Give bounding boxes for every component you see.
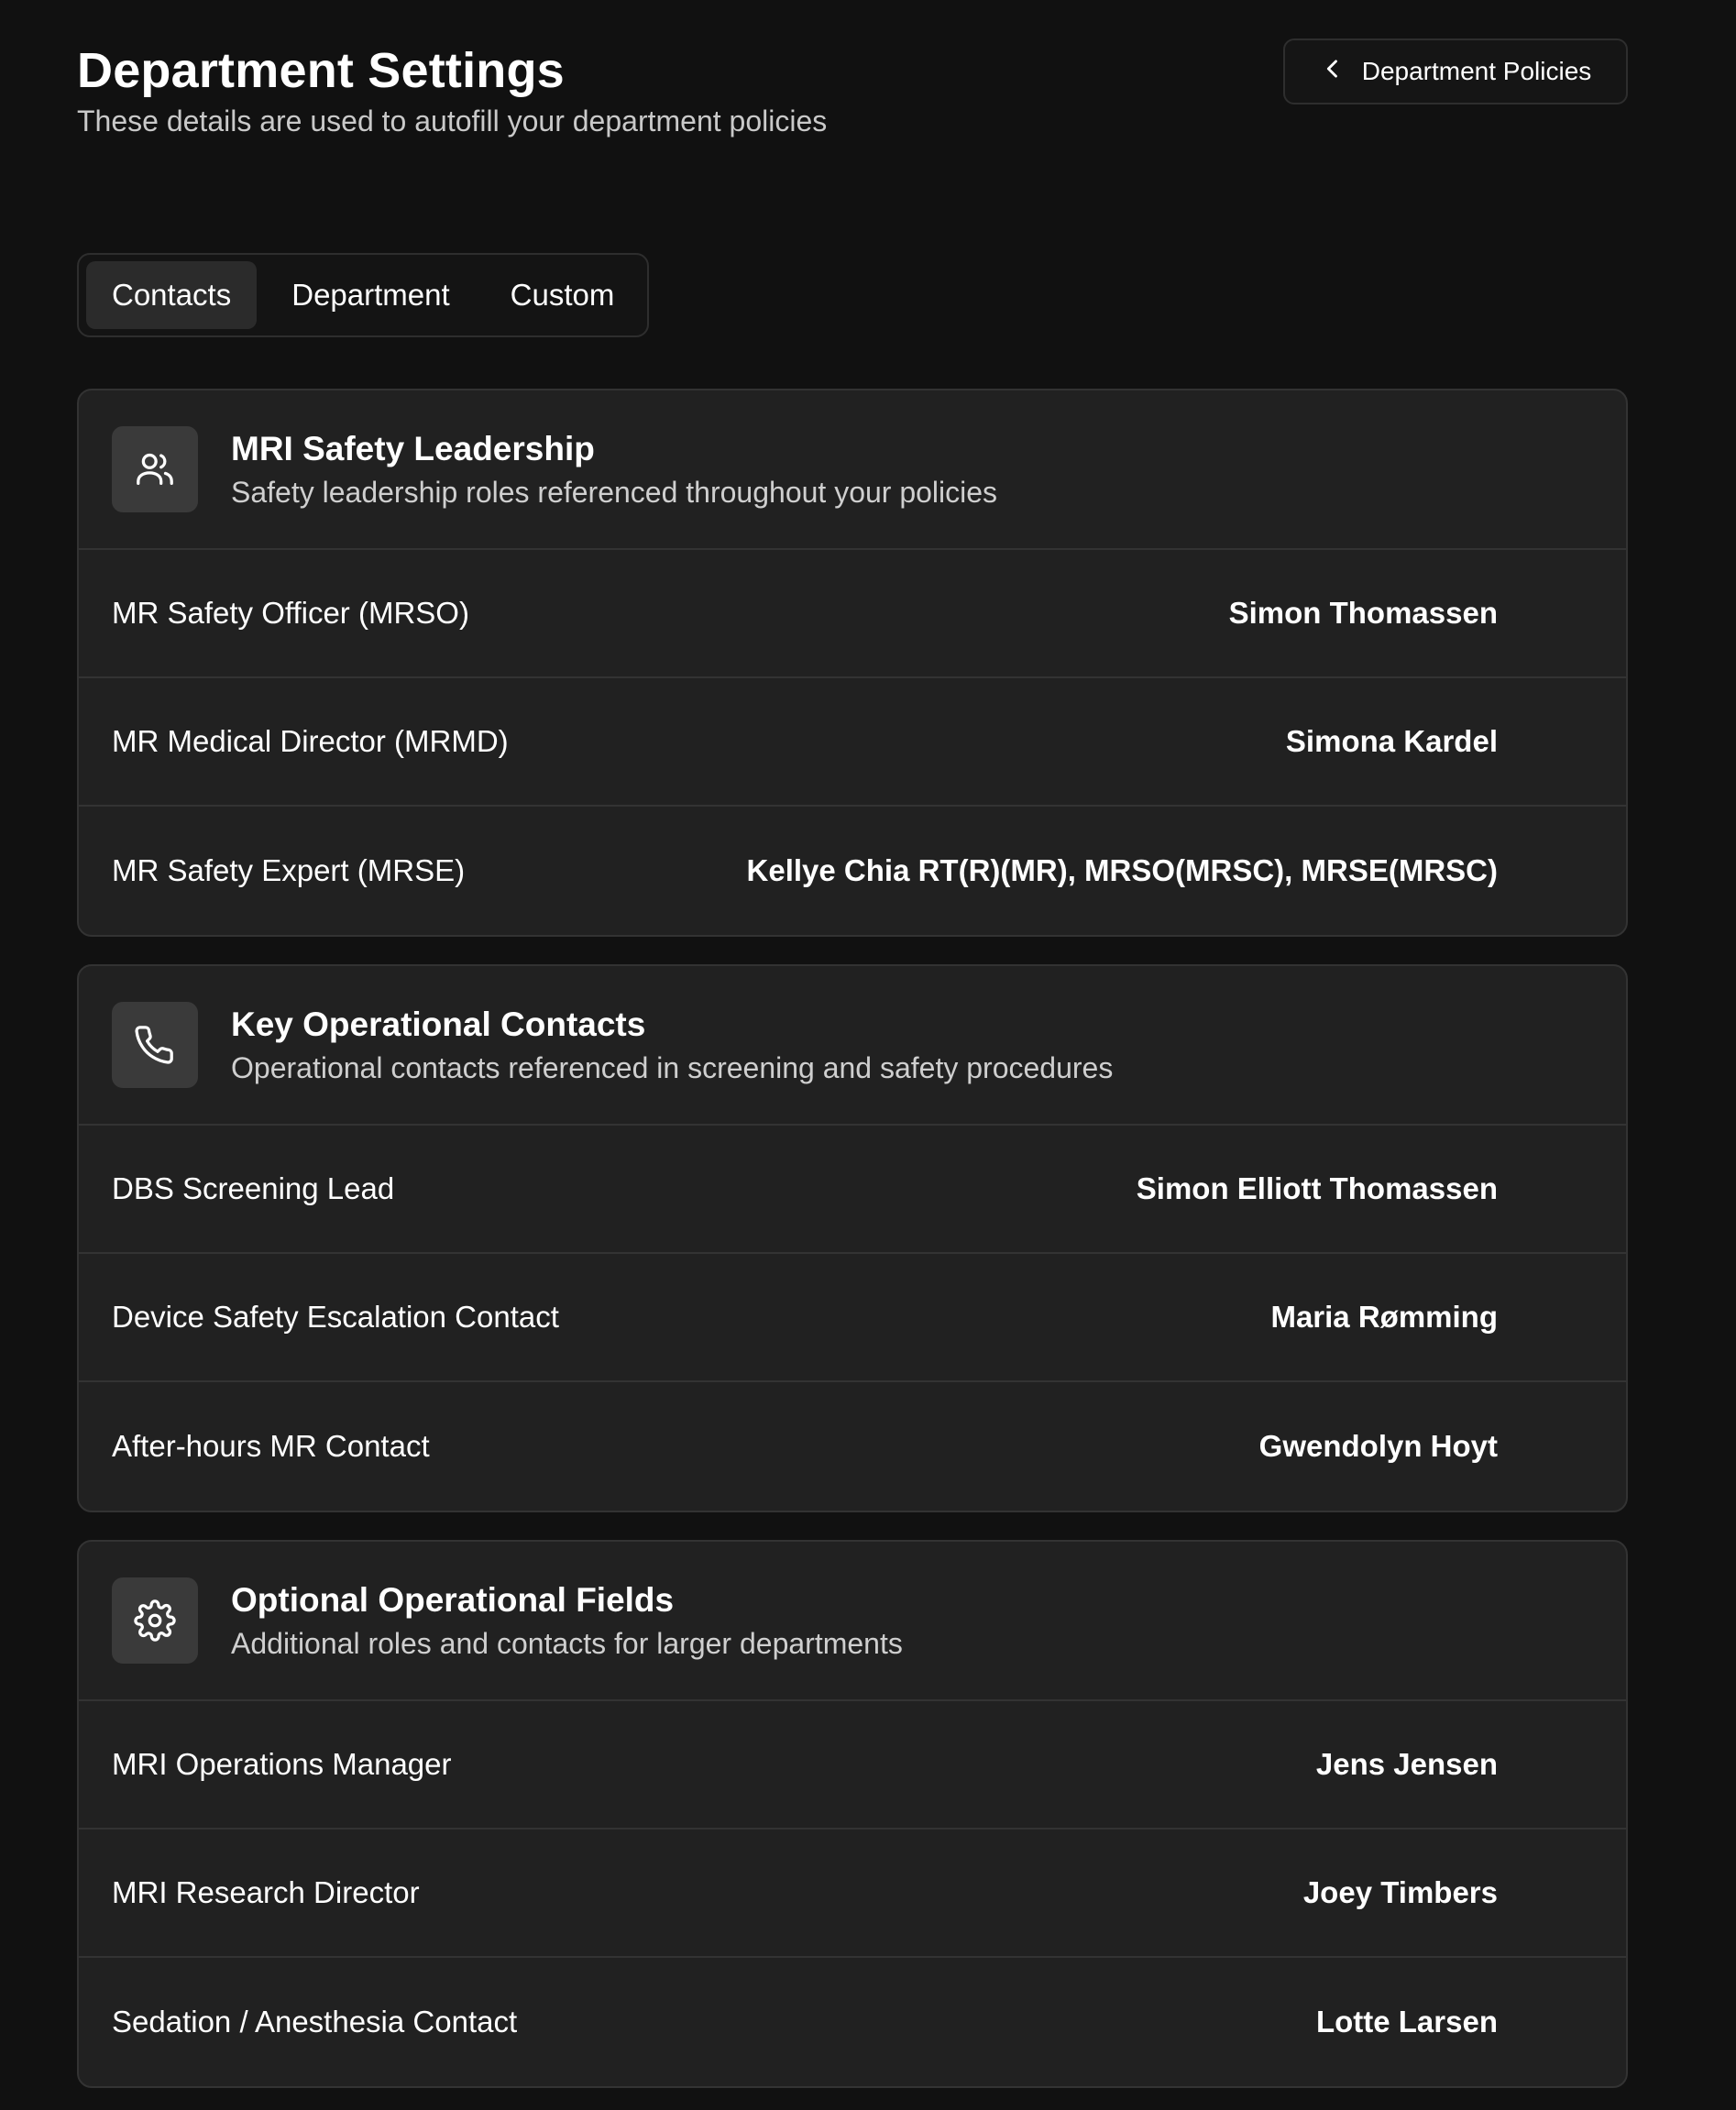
row-value: Simona Kardel xyxy=(1285,724,1498,758)
row-label: Device Safety Escalation Contact xyxy=(112,1300,559,1334)
section-description: Additional roles and contacts for larger… xyxy=(231,1627,903,1660)
section-key-operational-contacts: Key Operational Contacts Operational con… xyxy=(77,964,1628,1512)
row-value: Joey Timbers xyxy=(1302,1875,1498,1909)
section-header: Key Operational Contacts Operational con… xyxy=(79,966,1626,1126)
chevron-left-icon xyxy=(1320,56,1346,88)
tab-custom[interactable]: Custom xyxy=(485,261,641,329)
row-value: Kellye Chia RT(R)(MR), MRSO(MRSC), MRSE(… xyxy=(746,853,1498,887)
users-icon xyxy=(112,426,198,512)
row-label: Sedation / Anesthesia Contact xyxy=(112,2005,518,2039)
contact-row-mrmd[interactable]: MR Medical Director (MRMD) Simona Kardel xyxy=(79,678,1626,807)
section-header: Optional Operational Fields Additional r… xyxy=(79,1542,1626,1701)
gear-icon xyxy=(112,1577,198,1664)
contact-row-operations-manager[interactable]: MRI Operations Manager Jens Jensen xyxy=(79,1701,1626,1830)
row-label: MR Safety Expert (MRSE) xyxy=(112,853,466,887)
section-title: Optional Operational Fields xyxy=(231,1581,675,1619)
row-label: MR Safety Officer (MRSO) xyxy=(112,596,469,630)
row-value: Simon Thomassen xyxy=(1228,596,1498,630)
row-value: Gwendolyn Hoyt xyxy=(1258,1429,1498,1463)
contact-row-sedation-anesthesia[interactable]: Sedation / Anesthesia Contact Lotte Lars… xyxy=(79,1958,1626,2086)
row-value: Jens Jensen xyxy=(1315,1747,1498,1781)
contact-row-device-safety-escalation[interactable]: Device Safety Escalation Contact Maria R… xyxy=(79,1254,1626,1382)
settings-page: Department Settings These details are us… xyxy=(77,38,1628,2088)
row-label: After-hours MR Contact xyxy=(112,1429,430,1463)
row-label: DBS Screening Lead xyxy=(112,1171,395,1205)
row-value: Lotte Larsen xyxy=(1315,2005,1498,2039)
section-header: MRI Safety Leadership Safety leadership … xyxy=(79,390,1626,550)
section-title: Key Operational Contacts xyxy=(231,1006,646,1043)
row-value: Maria Rømming xyxy=(1270,1300,1498,1334)
page-header: Department Settings These details are us… xyxy=(77,38,1628,148)
row-label: MRI Research Director xyxy=(112,1875,420,1909)
contact-row-after-hours[interactable]: After-hours MR Contact Gwendolyn Hoyt xyxy=(79,1382,1626,1511)
department-policies-label: Department Policies xyxy=(1361,57,1592,85)
contact-row-research-director[interactable]: MRI Research Director Joey Timbers xyxy=(79,1830,1626,1958)
phone-icon xyxy=(112,1002,198,1088)
section-optional-operational-fields: Optional Operational Fields Additional r… xyxy=(77,1540,1628,2088)
tab-contacts[interactable]: Contacts xyxy=(86,261,258,329)
settings-tabs: Contacts Department Custom xyxy=(77,253,650,337)
row-label: MRI Operations Manager xyxy=(112,1747,452,1781)
section-description: Operational contacts referenced in scree… xyxy=(231,1051,1114,1084)
section-description: Safety leadership roles referenced throu… xyxy=(231,476,998,509)
section-mri-safety-leadership: MRI Safety Leadership Safety leadership … xyxy=(77,389,1628,937)
row-value: Simon Elliott Thomassen xyxy=(1136,1171,1498,1205)
tab-department[interactable]: Department xyxy=(266,261,475,329)
contact-row-dbs-screening-lead[interactable]: DBS Screening Lead Simon Elliott Thomass… xyxy=(79,1126,1626,1254)
contact-row-mrso[interactable]: MR Safety Officer (MRSO) Simon Thomassen xyxy=(79,550,1626,678)
row-label: MR Medical Director (MRMD) xyxy=(112,724,509,758)
contact-row-mrse[interactable]: MR Safety Expert (MRSE) Kellye Chia RT(R… xyxy=(79,807,1626,935)
section-title: MRI Safety Leadership xyxy=(231,430,595,467)
page-subtitle: These details are used to autofill your … xyxy=(77,104,828,137)
department-policies-button[interactable]: Department Policies xyxy=(1283,38,1628,104)
